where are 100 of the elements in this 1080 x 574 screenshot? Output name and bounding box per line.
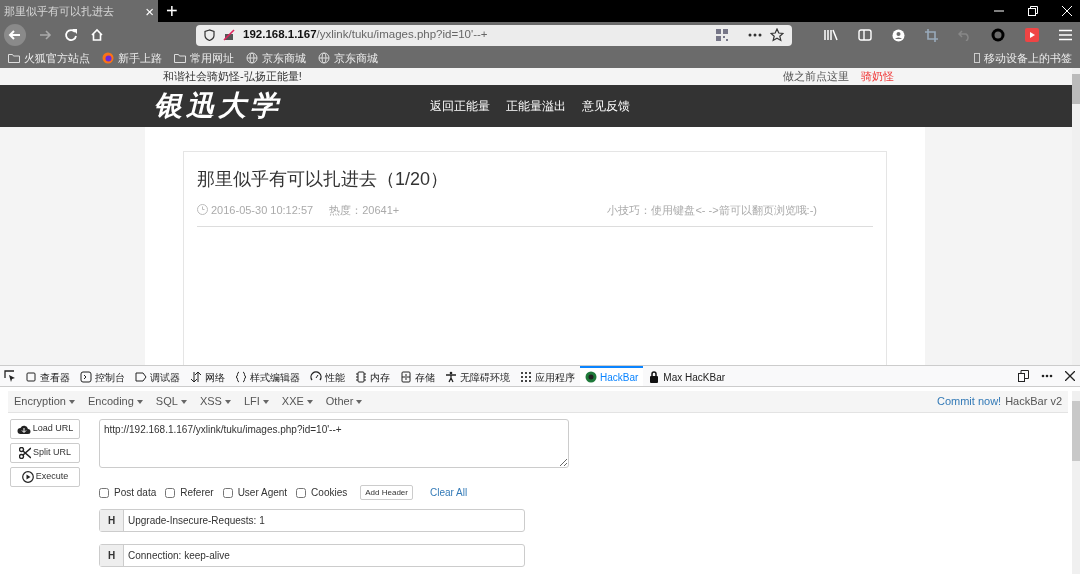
play-icon[interactable]	[1025, 28, 1039, 42]
box-icon	[25, 371, 37, 383]
browser-tab[interactable]: 那里似乎有可以扎进去 ×	[0, 0, 158, 22]
bookmark-item[interactable]: 京东商城	[262, 49, 306, 67]
action-button[interactable]: Execute	[10, 467, 80, 487]
lock-icon	[648, 371, 661, 383]
url-input-field[interactable]: http://192.168.1.167/yxlink/tuku/images.php?id=10'--+	[99, 419, 569, 468]
folder-icon	[974, 53, 980, 63]
tip-text: 小技巧：使用键盘<- ->箭可以翻页浏览哦:-)	[607, 202, 817, 218]
devtools-tab[interactable]: 网络	[185, 366, 230, 386]
nav-link[interactable]: 正能量溢出	[506, 96, 566, 115]
more-icon[interactable]	[748, 33, 762, 37]
menu-button[interactable]: XXE	[281, 393, 313, 410]
clock-icon	[197, 204, 208, 216]
user-link[interactable]: 骑奶怪	[861, 68, 894, 85]
chip-icon	[355, 371, 367, 383]
bookmark-item[interactable]: 新手上路	[118, 49, 162, 67]
tab-title: 那里似乎有可以扎进去	[4, 3, 115, 19]
scrollbar[interactable]	[1072, 68, 1080, 365]
caret-icon	[262, 399, 269, 404]
bookmark-item[interactable]: 移动设备上的书签	[984, 49, 1072, 67]
header-field[interactable]: H Connection: keep-alive	[99, 544, 525, 567]
post-date: 2016-05-30 10:12:57	[211, 202, 314, 218]
option-label: Post data	[114, 486, 157, 500]
bookmark-item[interactable]: 火狐官方站点	[24, 49, 90, 67]
checkbox[interactable]	[296, 487, 307, 498]
shield-icon	[204, 29, 215, 41]
star-icon[interactable]	[770, 28, 784, 42]
globe-icon	[246, 52, 258, 64]
new-tab-button[interactable]: +	[158, 0, 186, 22]
checkbox[interactable]	[222, 487, 233, 498]
menu-button[interactable]: SQL	[155, 393, 187, 410]
close-tab-button[interactable]: ×	[145, 3, 154, 19]
action-button[interactable]: Load URL	[10, 419, 80, 439]
nav-link[interactable]: 返回正能量	[430, 96, 490, 115]
braces-icon	[235, 371, 247, 383]
devtools-tab[interactable]: 查看器	[20, 366, 75, 386]
home-icon[interactable]	[90, 28, 104, 42]
scissors-icon	[19, 447, 31, 459]
caret-icon	[136, 399, 143, 404]
menu-icon[interactable]	[1059, 29, 1072, 41]
url-text: 192.168.1.167/yxlink/tuku/images.php?id=10'--+	[243, 27, 489, 43]
action-button[interactable]: Split URL	[10, 443, 80, 463]
add-header-button[interactable]: Add Header	[360, 485, 413, 500]
devtools-tab[interactable]: 性能	[305, 366, 350, 386]
menu-button[interactable]: XSS	[199, 393, 231, 410]
menu-button[interactable]: Encoding	[88, 393, 143, 410]
devtools-tab[interactable]: HackBar	[580, 366, 644, 386]
slogan-text: 和谐社会骑奶怪-弘扬正能量!	[163, 69, 302, 84]
login-link[interactable]: 做之前点这里	[783, 68, 849, 85]
clear-all-link[interactable]: Clear All	[429, 485, 468, 500]
checkbox[interactable]	[99, 487, 109, 498]
qr-code-icon[interactable]	[716, 29, 728, 41]
record-icon[interactable]	[991, 28, 1005, 42]
article-title: 那里似乎有可以扎进去（1/20）	[197, 167, 450, 191]
version-label: HackBar v2	[1005, 394, 1062, 410]
devtools-tab[interactable]: 调试器	[130, 366, 185, 386]
lock-slash-icon	[223, 29, 235, 41]
console-icon	[80, 371, 92, 383]
devtools-tab[interactable]: 存储	[395, 366, 440, 386]
devtools-tab[interactable]: 样式编辑器	[230, 366, 305, 386]
devtools-tab[interactable]: Max HacKBar	[643, 366, 731, 386]
close-icon[interactable]	[1062, 6, 1072, 16]
devtools-tab[interactable]: 无障碍环境	[440, 366, 515, 386]
reload-icon[interactable]	[64, 28, 78, 42]
menu-button[interactable]: Encryption	[14, 393, 75, 410]
account-icon[interactable]	[892, 28, 905, 42]
devtools-tab[interactable]: 应用程序	[515, 366, 580, 386]
restore-icon[interactable]	[1028, 6, 1038, 16]
address-bar[interactable]: 192.168.1.167/yxlink/tuku/images.php?id=10'--+	[196, 24, 792, 46]
firefox-icon	[102, 52, 114, 64]
bookmark-item[interactable]: 常用网址	[190, 49, 234, 67]
arrows-icon	[190, 371, 202, 383]
cloud-download-icon	[16, 423, 31, 435]
header-text: Connection: keep-alive	[127, 549, 230, 563]
sidebar-icon[interactable]	[858, 29, 872, 41]
commit-link[interactable]: Commit now!	[936, 393, 1002, 410]
caret-icon	[224, 399, 231, 404]
site-logo[interactable]: 银迅大学	[154, 84, 430, 127]
back-icon[interactable]	[4, 24, 26, 46]
play-circle-icon	[21, 471, 34, 483]
grid-icon	[520, 371, 532, 383]
header-field[interactable]: H Upgrade-Insecure-Requests: 1	[99, 509, 525, 532]
person-icon	[445, 371, 457, 383]
circle-icon	[585, 371, 597, 383]
menu-button[interactable]: LFI	[243, 393, 269, 410]
scrollbar[interactable]	[1072, 391, 1080, 574]
caret-icon	[69, 399, 75, 404]
option-label: Cookies	[311, 486, 348, 500]
folder-icon	[8, 53, 20, 63]
devtools-tab[interactable]: 内存	[350, 366, 395, 386]
bookmark-item[interactable]: 京东商城	[334, 49, 378, 67]
library-icon[interactable]	[824, 29, 838, 41]
checkbox[interactable]	[165, 487, 176, 498]
heat-count: 热度：20641+	[329, 202, 400, 218]
devtools-tab[interactable]: 控制台	[75, 366, 130, 386]
nav-link[interactable]: 意见反馈	[582, 96, 630, 115]
header-tag: H	[100, 510, 124, 531]
header-tag: H	[100, 545, 124, 566]
menu-button[interactable]: Other	[325, 393, 363, 410]
